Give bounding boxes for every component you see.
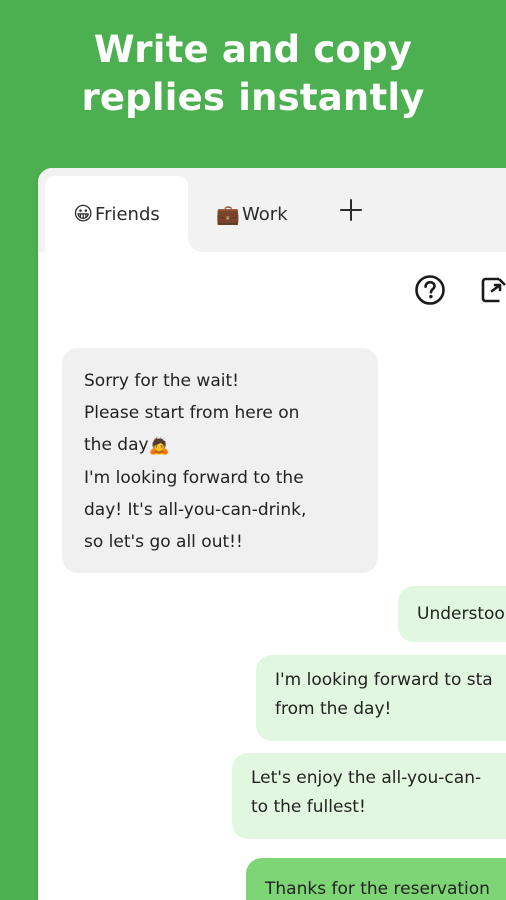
outgoing-message[interactable]: Let's enjoy the all-you-can- to the full… bbox=[232, 753, 506, 839]
grinning-face-icon: 😀 bbox=[73, 203, 94, 225]
message-line: Please start from here on bbox=[84, 403, 300, 423]
outgoing-message[interactable]: I'm looking forward to sta from the day! bbox=[256, 655, 506, 741]
incoming-message[interactable]: Sorry for the wait! Please start from he… bbox=[62, 348, 378, 573]
message-line: I'm looking forward to the bbox=[84, 468, 304, 488]
app-window: 😀 Friends 💼 Work Sorry for the wait! Ple… bbox=[38, 168, 506, 900]
message-text: the day bbox=[84, 435, 149, 455]
question-circle-icon[interactable] bbox=[414, 274, 446, 306]
promo-headline: Write and copy replies instantly bbox=[0, 26, 506, 122]
headline-line-1: Write and copy bbox=[93, 28, 413, 71]
message-line: to the fullest! bbox=[251, 797, 366, 817]
message-line: from the day! bbox=[275, 699, 392, 719]
message-line: the day🙇 bbox=[84, 429, 306, 462]
outgoing-message-highlighted[interactable]: Thanks for the reservation bbox=[246, 858, 506, 900]
screen: Write and copy replies instantly 😀 Frien… bbox=[0, 0, 506, 900]
message-line: so let's go all out!! bbox=[84, 532, 243, 552]
briefcase-icon: 💼 bbox=[216, 203, 241, 226]
message-line: Sorry for the wait! bbox=[84, 371, 239, 391]
tab-work[interactable]: 💼 Work bbox=[202, 176, 302, 252]
message-line: day! It's all-you-can-drink, bbox=[84, 500, 307, 520]
message-line: Understoo bbox=[417, 604, 505, 624]
tab-friends-label: Friends bbox=[95, 203, 160, 225]
message-line: Let's enjoy the all-you-can- bbox=[251, 768, 482, 788]
message-line: Thanks for the reservation bbox=[265, 879, 490, 899]
tab-friends[interactable]: 😀 Friends bbox=[45, 176, 202, 252]
bowing-person-icon: 🙇 bbox=[148, 436, 170, 456]
tab-work-label: Work bbox=[242, 203, 288, 225]
export-icon[interactable] bbox=[478, 274, 506, 306]
message-line: I'm looking forward to sta bbox=[275, 670, 493, 690]
outgoing-message[interactable]: Understoo bbox=[398, 586, 506, 642]
headline-line-2: replies instantly bbox=[81, 76, 425, 119]
add-tab-icon[interactable] bbox=[338, 197, 364, 223]
tab-bar: 😀 Friends 💼 Work bbox=[38, 168, 506, 252]
